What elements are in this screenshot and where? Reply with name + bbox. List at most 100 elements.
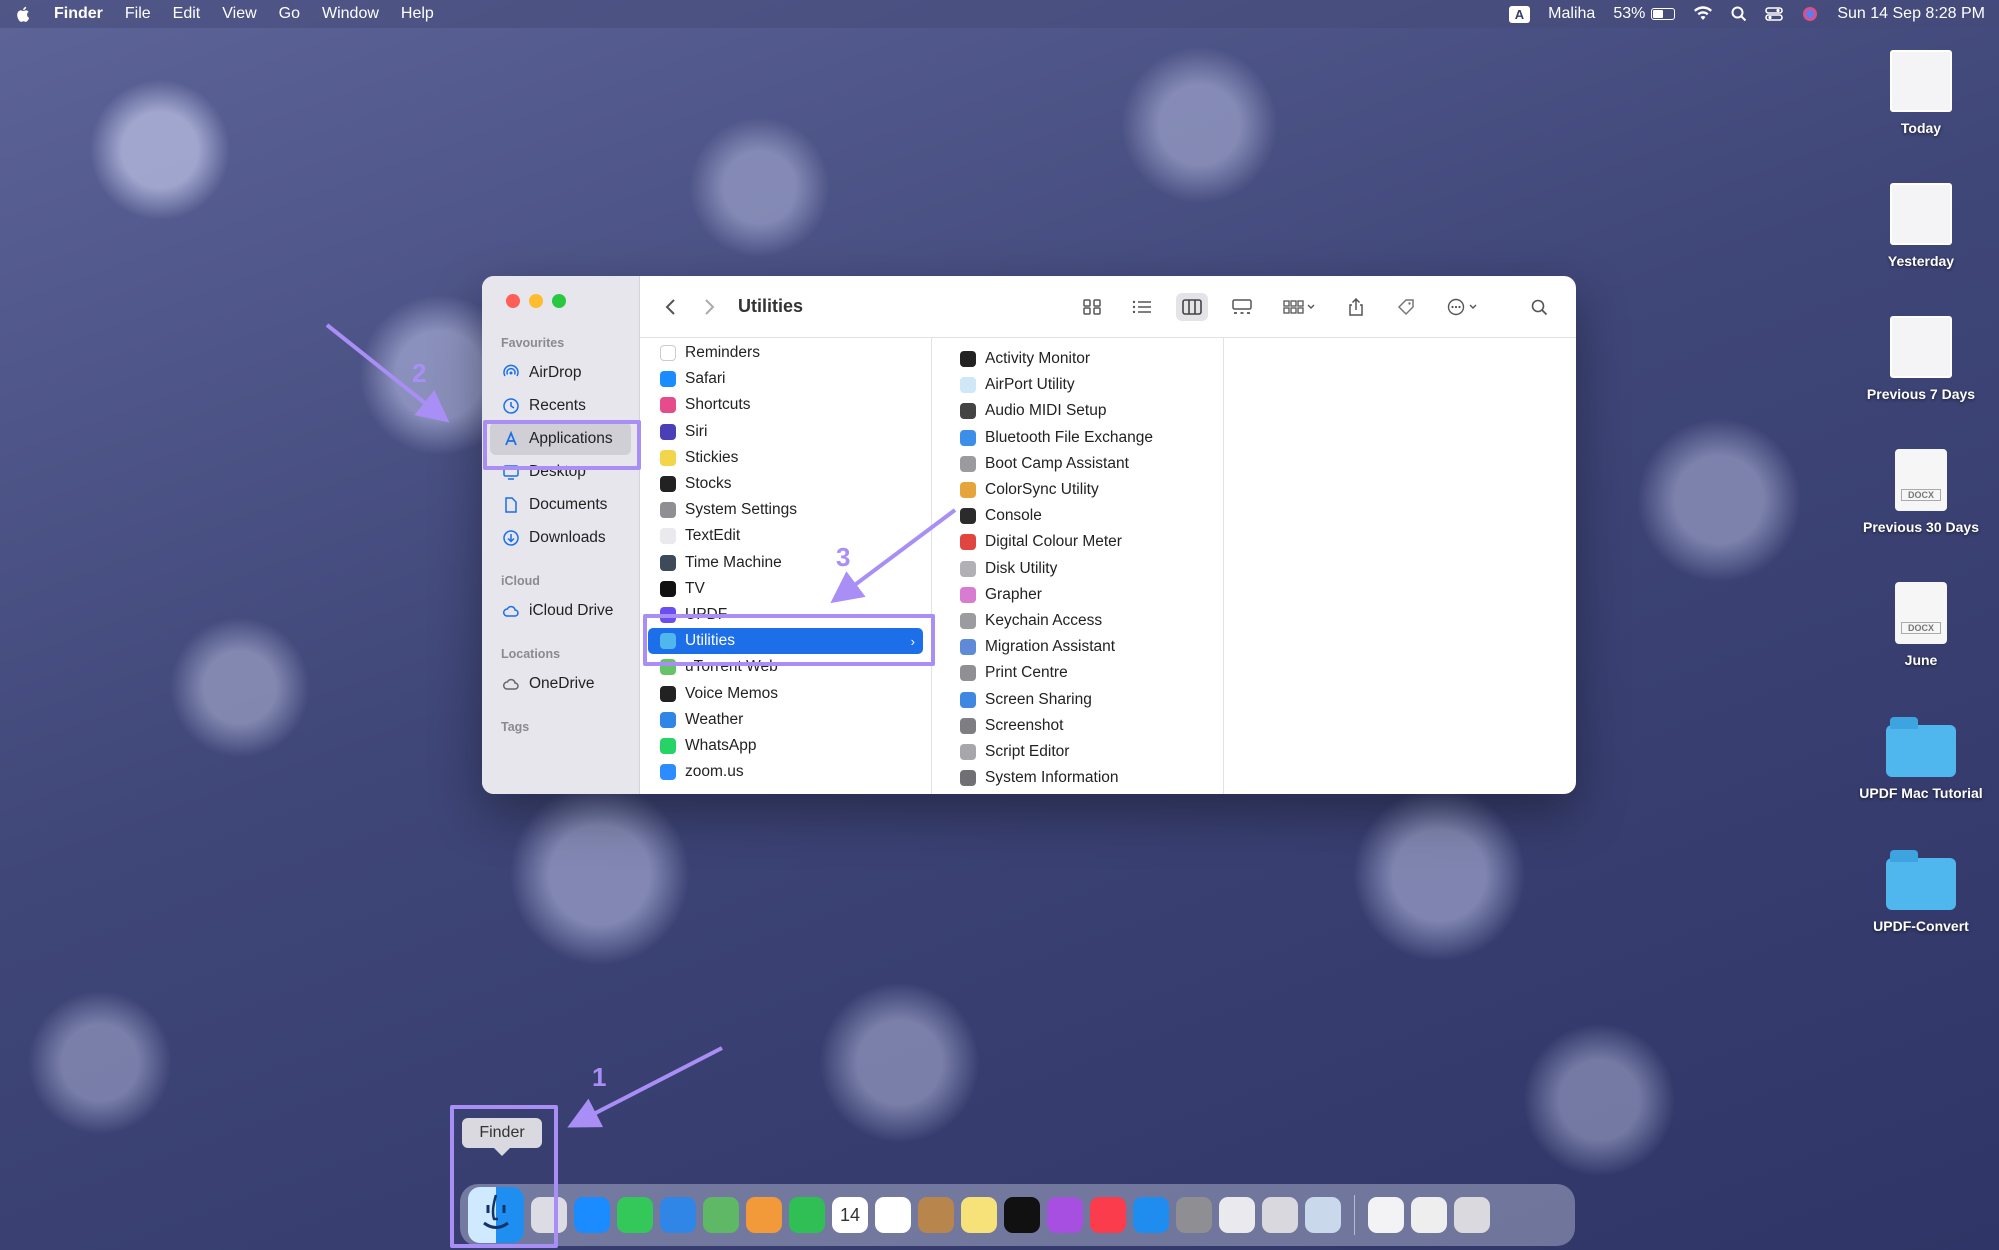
dock-app-chrome[interactable] — [1219, 1197, 1255, 1233]
utility-row-print-centre[interactable]: Print Centre — [940, 660, 1215, 686]
app-row-safari[interactable]: Safari — [648, 366, 923, 392]
menu-edit[interactable]: Edit — [173, 5, 201, 23]
apple-menu-icon[interactable] — [14, 5, 32, 23]
app-row-stocks[interactable]: Stocks — [648, 471, 923, 497]
utility-row-grapher[interactable]: Grapher — [940, 582, 1215, 608]
menu-app-name[interactable]: Finder — [54, 5, 103, 23]
siri-icon[interactable] — [1801, 5, 1819, 23]
app-row-shortcuts[interactable]: Shortcuts — [648, 392, 923, 418]
dock-app-document[interactable] — [1368, 1197, 1404, 1233]
forward-arrow-icon[interactable] — [702, 297, 716, 317]
dock-app-maps[interactable] — [703, 1197, 739, 1233]
utility-row-airport-utility[interactable]: AirPort Utility — [940, 372, 1215, 398]
desktop-item-june[interactable]: DOCX June — [1856, 582, 1986, 668]
control-centre-icon[interactable] — [1765, 6, 1784, 22]
dock-app-preview[interactable] — [1262, 1197, 1298, 1233]
sidebar-item-downloads[interactable]: Downloads — [490, 521, 631, 554]
app-row-textedit[interactable]: TextEdit — [648, 523, 923, 549]
desktop-item-yesterday[interactable]: Yesterday — [1856, 183, 1986, 269]
desktop-item-today[interactable]: Today — [1856, 50, 1986, 136]
app-row-time-machine[interactable]: Time Machine — [648, 550, 923, 576]
utility-row-colorsync-utility[interactable]: ColorSync Utility — [940, 477, 1215, 503]
input-source-badge[interactable]: A — [1508, 5, 1531, 23]
menu-clock[interactable]: Sun 14 Sep 8:28 PM — [1837, 5, 1985, 23]
utility-row-bluetooth-file-exchange[interactable]: Bluetooth File Exchange — [940, 425, 1215, 451]
group-by-button[interactable] — [1276, 293, 1322, 321]
dock-app-mail[interactable] — [660, 1197, 696, 1233]
app-row-siri[interactable]: Siri — [648, 419, 923, 445]
list-view-button[interactable] — [1126, 293, 1158, 321]
column-view-button[interactable] — [1176, 292, 1208, 321]
dock-app-app-store[interactable] — [1133, 1197, 1169, 1233]
user-name[interactable]: Maliha — [1548, 5, 1595, 23]
utility-row-migration-assistant[interactable]: Migration Assistant — [940, 634, 1215, 660]
app-row-whatsapp[interactable]: WhatsApp — [648, 733, 923, 759]
menu-file[interactable]: File — [125, 5, 151, 23]
utility-row-activity-monitor[interactable]: Activity Monitor — [940, 346, 1215, 372]
dock-app-facetime[interactable] — [789, 1197, 825, 1233]
utility-row-keychain-access[interactable]: Keychain Access — [940, 608, 1215, 634]
utility-row-script-editor[interactable]: Script Editor — [940, 739, 1215, 765]
sidebar-item-recents[interactable]: Recents — [490, 389, 631, 422]
desktop-item-previous-30-days[interactable]: DOCX Previous 30 Days — [1856, 449, 1986, 535]
sidebar-item-onedrive[interactable]: OneDrive — [490, 667, 631, 700]
wifi-icon[interactable] — [1693, 6, 1713, 22]
applications-column[interactable]: Reminders Safari Shortcuts Siri Stickies Stoc… — [640, 338, 932, 794]
dock-app-system-settings[interactable] — [1176, 1197, 1212, 1233]
screenshot-thumbnail — [1890, 183, 1952, 245]
dock-app-messages[interactable] — [617, 1197, 653, 1233]
back-arrow-icon[interactable] — [664, 297, 678, 317]
desktop-item-updf-mac-tutorial[interactable]: UPDF Mac Tutorial — [1856, 715, 1986, 801]
dock-app-trash[interactable] — [1454, 1197, 1490, 1233]
menu-go[interactable]: Go — [279, 5, 300, 23]
search-button[interactable] — [1524, 293, 1556, 321]
close-window-button[interactable] — [506, 294, 520, 308]
icon-view-button[interactable] — [1076, 293, 1108, 321]
app-row-zoom-us[interactable]: zoom.us — [648, 759, 923, 785]
desktop-item-updf-convert[interactable]: UPDF-Convert — [1856, 848, 1986, 934]
dock-app-notes[interactable] — [961, 1197, 997, 1233]
zoom-window-button[interactable] — [552, 294, 566, 308]
utility-row-screen-sharing[interactable]: Screen Sharing — [940, 686, 1215, 712]
menu-help[interactable]: Help — [401, 5, 434, 23]
gallery-view-button[interactable] — [1226, 293, 1258, 321]
dock-app-photos[interactable] — [746, 1197, 782, 1233]
dock-app-podcasts[interactable] — [1047, 1197, 1083, 1233]
minimize-window-button[interactable] — [529, 294, 543, 308]
utility-row-boot-camp-assistant[interactable]: Boot Camp Assistant — [940, 451, 1215, 477]
utility-row-digital-colour-meter[interactable]: Digital Colour Meter — [940, 529, 1215, 555]
dock-app-safari[interactable] — [574, 1197, 610, 1233]
app-row-reminders[interactable]: Reminders — [648, 340, 923, 366]
utility-row-system-information[interactable]: System Information — [940, 765, 1215, 791]
share-button[interactable] — [1340, 293, 1372, 321]
dock-app-screen-tool[interactable] — [1305, 1197, 1341, 1233]
dock-app-document-2[interactable] — [1411, 1197, 1447, 1233]
menu-view[interactable]: View — [222, 5, 256, 23]
menu-window[interactable]: Window — [322, 5, 379, 23]
sidebar-item-airdrop[interactable]: AirDrop — [490, 356, 631, 389]
battery-status[interactable]: 53% — [1613, 5, 1676, 23]
app-row-tv[interactable]: TV — [648, 576, 923, 602]
app-row-stickies[interactable]: Stickies — [648, 445, 923, 471]
sidebar-item-documents[interactable]: Documents — [490, 488, 631, 521]
dock-app-tv[interactable] — [1004, 1197, 1040, 1233]
spotlight-search-icon[interactable] — [1731, 6, 1747, 22]
utility-row-disk-utility[interactable]: Disk Utility — [940, 556, 1215, 582]
dock-app-calendar[interactable]: 14 — [832, 1197, 868, 1233]
utility-row-audio-midi-setup[interactable]: Audio MIDI Setup — [940, 398, 1215, 424]
app-row-system-settings[interactable]: System Settings — [648, 497, 923, 523]
dock-app-reminders[interactable] — [875, 1197, 911, 1233]
utility-row-console[interactable]: Console — [940, 503, 1215, 529]
utility-row-screenshot[interactable]: Screenshot — [940, 713, 1215, 739]
more-actions-button[interactable] — [1440, 293, 1486, 321]
dock-app-notes-brown[interactable] — [918, 1197, 954, 1233]
sidebar-item-icloud-drive[interactable]: iCloud Drive — [490, 594, 631, 627]
app-row-voice-memos[interactable]: Voice Memos — [648, 680, 923, 706]
document-icon: DOCX — [1895, 582, 1947, 644]
app-icon — [660, 554, 676, 571]
tags-button[interactable] — [1390, 293, 1422, 321]
desktop-item-previous-7-days[interactable]: Previous 7 Days — [1856, 316, 1986, 402]
app-row-weather[interactable]: Weather — [648, 707, 923, 733]
utilities-column[interactable]: Activity Monitor AirPort Utility Audio MID… — [932, 338, 1224, 794]
dock-app-music[interactable] — [1090, 1197, 1126, 1233]
